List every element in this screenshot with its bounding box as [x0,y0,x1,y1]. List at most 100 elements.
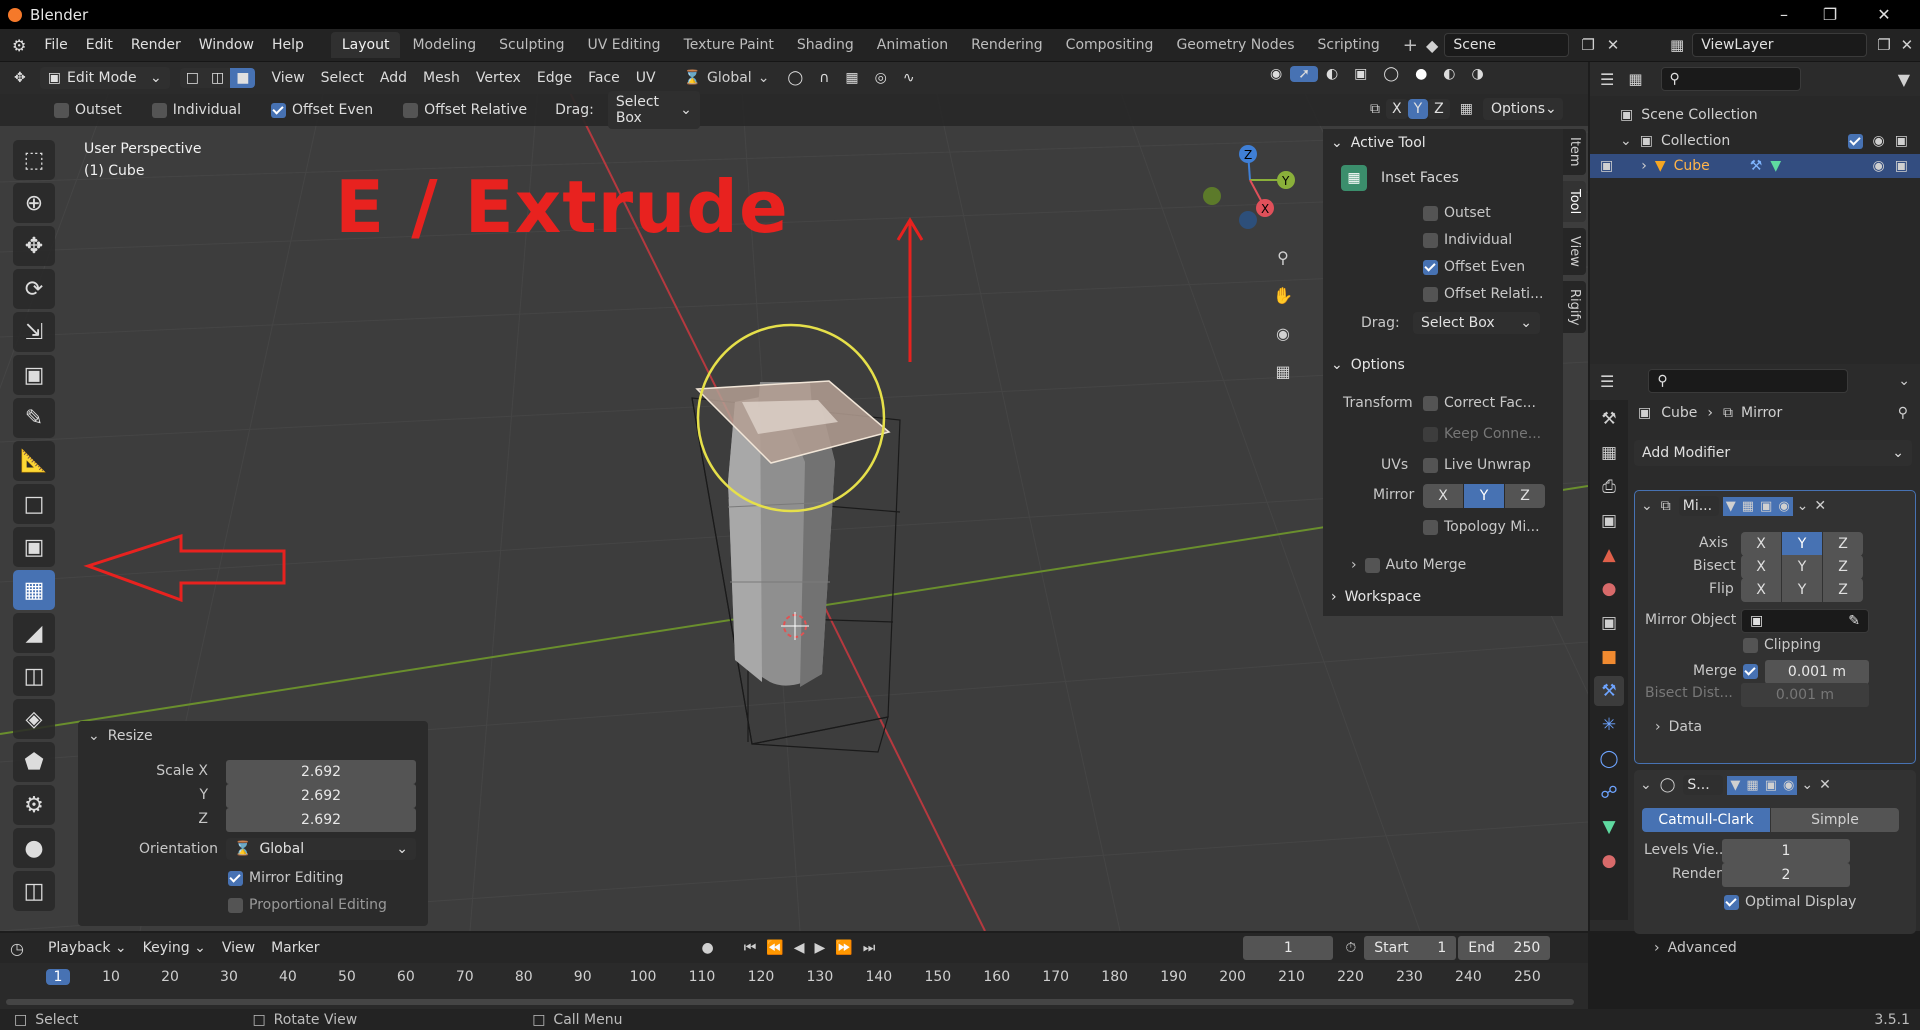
scale-y-field[interactable]: 2.692 [226,784,416,808]
start-frame-field[interactable]: Start 1 [1364,936,1457,960]
axis-y-toggle[interactable]: Y [1407,99,1429,119]
face-select-icon[interactable]: ■ [230,68,256,88]
tab-uv-editing[interactable]: UV Editing [577,32,672,58]
add-modifier-dropdown[interactable]: Add Modifier ⌄ [1634,440,1912,466]
menu-add[interactable]: Add [372,70,415,86]
navigation-gizmo[interactable]: Z Y X [1203,145,1295,229]
redo-header[interactable]: ⌄ Resize [88,728,153,744]
measure-tool-icon[interactable]: 📐 [13,441,55,481]
topology-mirror-checkbox[interactable]: Topology Mi... [1423,519,1540,535]
close-icon[interactable]: ✕ [1819,777,1831,793]
simple-toggle[interactable]: Simple [1771,808,1899,832]
delete-viewlayer-icon[interactable]: ✕ [1901,36,1914,54]
scene-collection-row[interactable]: ▣ Scene Collection [1590,104,1920,126]
pan-hand-icon[interactable]: ✋ [1268,280,1298,310]
menu-edge[interactable]: Edge [529,70,580,86]
tab-texture-paint[interactable]: Texture Paint [673,32,785,58]
viewport-toggle-icon[interactable]: ▣ [1761,775,1780,795]
merge-distance-field[interactable]: 0.001 m [1765,660,1869,684]
minimize-icon[interactable]: – [1761,0,1807,29]
grid-view-icon[interactable]: ▦ [1268,356,1298,386]
merge-checkbox[interactable] [1743,664,1758,679]
tab-tool[interactable]: Tool [1563,180,1586,222]
scene-props-icon[interactable]: ▲ [1594,540,1624,570]
inset-faces-tool-icon[interactable]: ▦ [13,570,55,610]
data-props-icon[interactable]: ▼ [1594,812,1624,842]
add-workspace-icon[interactable]: + [1392,30,1429,61]
chevron-down-icon[interactable]: ⌄ [1641,498,1653,514]
next-keyframe-icon[interactable]: ⏩ [835,940,852,956]
auto-merge-row[interactable]: › Auto Merge [1351,557,1466,573]
timeline-editor-icon[interactable]: ◷ [10,939,24,958]
menu-uv[interactable]: UV [628,70,664,86]
close-icon[interactable]: ✕ [1861,0,1907,29]
snap-icon[interactable]: ∩ [811,70,837,86]
levels-viewport-field[interactable]: 1 [1722,839,1850,863]
filter-icon[interactable]: ▼ [1898,70,1910,89]
bisect-y[interactable]: Y [1782,555,1822,579]
timeline-view-menu[interactable]: View [214,940,263,956]
zoom-icon[interactable]: ⚲ [1268,242,1298,272]
particles-props-icon[interactable]: ✳ [1594,710,1624,740]
cursor-tool-icon[interactable]: ⊕ [13,183,55,223]
menu-face[interactable]: Face [580,70,628,86]
axis-z[interactable]: Z [1823,532,1863,556]
mirror-data-subpanel[interactable]: › Data [1655,719,1702,735]
current-frame-field[interactable]: 1 [1243,936,1334,960]
play-reverse-icon[interactable]: ◀ [794,940,805,956]
edge-select-icon[interactable]: ◫ [204,68,231,88]
display-mode-icon[interactable]: ▦ [1628,70,1642,88]
correct-face-checkbox[interactable]: Correct Fac... [1423,395,1536,411]
collection-props-icon[interactable]: ▣ [1594,608,1624,638]
tab-geometry-nodes[interactable]: Geometry Nodes [1165,32,1305,58]
jump-start-icon[interactable]: ⏮ [744,940,757,956]
output-props-icon[interactable]: ⎙ [1594,472,1624,502]
stopwatch-icon[interactable]: ⏱ [1345,940,1356,956]
end-frame-field[interactable]: End 250 [1458,936,1551,960]
tab-animation[interactable]: Animation [866,32,959,58]
tab-shading[interactable]: Shading [786,32,865,58]
tab-layout[interactable]: Layout [330,32,401,58]
menu-window[interactable]: Window [190,37,263,53]
drag-dropdown[interactable]: Select Box ⌄ [607,91,700,129]
delete-scene-icon[interactable]: ✕ [1607,36,1620,54]
play-icon[interactable]: ▶ [815,940,826,956]
scale-z-field[interactable]: 2.692 [226,808,416,832]
tab-scripting[interactable]: Scripting [1307,32,1391,58]
tab-view[interactable]: View [1563,227,1586,275]
keep-connected-checkbox[interactable]: Keep Conne... [1423,426,1541,442]
object-props-icon[interactable]: ■ [1594,642,1624,672]
menu-file[interactable]: File [35,37,76,53]
transform-tool-icon[interactable]: ▣ [13,355,55,395]
active-tool-header[interactable]: ⌄ Active Tool [1331,135,1426,151]
axis-x[interactable]: X [1741,532,1781,556]
mode-dropdown[interactable]: ▣ Edit Mode ⌄ [39,67,170,89]
menu-select[interactable]: Select [313,70,372,86]
viewlayer-field[interactable]: ViewLayer [1692,33,1868,57]
np-outset-checkbox[interactable]: Outset [1423,205,1491,221]
np-offset-relative-checkbox[interactable]: Offset Relati... [1423,286,1543,302]
modifier-props-icon[interactable]: ⚒ [1594,676,1624,706]
chevron-down-icon[interactable]: ⌄ [1801,777,1813,793]
outset-checkbox[interactable]: Outset [46,102,130,118]
np-mirror-x[interactable]: X [1423,484,1463,508]
chevron-down-icon[interactable]: ⌄ [1640,777,1652,793]
properties-editor-icon[interactable]: ☰ [1600,372,1614,391]
menu-view[interactable]: View [263,70,312,86]
viewlayer-icon[interactable]: ▦ [1670,36,1684,54]
menu-edit[interactable]: Edit [77,37,122,53]
shear-tool-icon[interactable]: ◫ [13,871,55,911]
scene-icon[interactable]: ◆ [1426,36,1438,55]
overlay-icon[interactable]: ◐ [1318,66,1346,82]
mirror-object-field[interactable]: ▣ ✎ [1741,609,1869,633]
axis-x-toggle[interactable]: X [1386,99,1408,119]
individual-checkbox[interactable]: Individual [144,102,249,118]
visibility-icon[interactable]: ◉ [1262,66,1290,82]
live-unwrap-checkbox[interactable]: Live Unwrap [1423,457,1531,473]
tab-rendering[interactable]: Rendering [960,32,1054,58]
select-box-tool-icon[interactable]: ⬚ [13,140,55,180]
subsurf-advanced-subpanel[interactable]: › Advanced [1654,940,1737,956]
view-layer-props-icon[interactable]: ▣ [1594,506,1624,536]
render-props-icon[interactable]: ▦ [1594,438,1624,468]
vertex-select-icon[interactable]: □ [179,68,205,88]
